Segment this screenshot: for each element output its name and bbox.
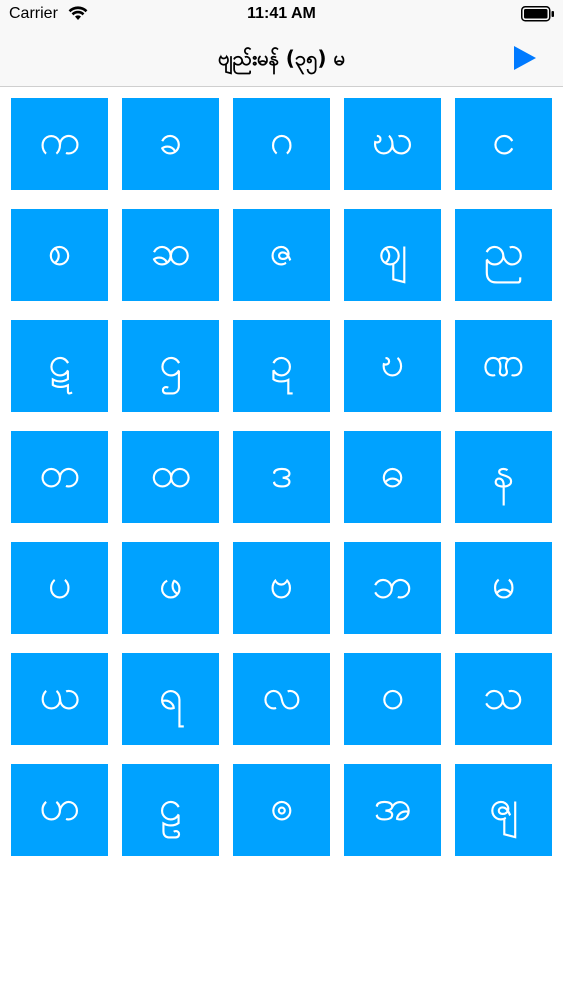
letter-tile[interactable]: ထ <box>122 431 219 523</box>
letter-tile[interactable]: ယ <box>11 653 108 745</box>
status-time: 11:41 AM <box>247 5 316 22</box>
letter-tile[interactable]: လ <box>233 653 330 745</box>
letter-tile[interactable]: န <box>455 431 552 523</box>
play-button[interactable] <box>510 44 538 72</box>
play-icon <box>514 46 536 70</box>
letter-tile[interactable]: ဆ <box>122 209 219 301</box>
letter-tile[interactable]: ဃ <box>344 98 441 190</box>
letter-tile[interactable]: တ <box>11 431 108 523</box>
letter-tile[interactable]: ဏ <box>455 320 552 412</box>
letter-tile[interactable]: ဋ <box>11 320 108 412</box>
letter-tile[interactable]: ဂ <box>233 98 330 190</box>
navigation-bar: ဗျည်းမန် (၃၅) မ <box>0 30 563 87</box>
letter-tile[interactable]: ဘ <box>344 542 441 634</box>
letter-tile[interactable]: အ <box>344 764 441 856</box>
letter-tile[interactable]: ဠ <box>122 764 219 856</box>
letter-tile[interactable]: ပ <box>11 542 108 634</box>
letter-tile[interactable]: ဖ <box>122 542 219 634</box>
letter-tile[interactable]: က <box>11 98 108 190</box>
letter-tile[interactable]: င <box>455 98 552 190</box>
letter-tile[interactable]: ဍ <box>233 320 330 412</box>
letter-tile[interactable]: ဝ <box>344 653 441 745</box>
letter-tile[interactable]: ရ <box>122 653 219 745</box>
letter-tile[interactable]: သ <box>455 653 552 745</box>
letter-tile[interactable]: ဇ <box>233 209 330 301</box>
letter-tile[interactable]: ဎ <box>344 320 441 412</box>
letter-tile[interactable]: ဈ <box>344 209 441 301</box>
letter-tile[interactable]: ၜ <box>233 764 330 856</box>
letter-tile[interactable]: ဒ <box>233 431 330 523</box>
letter-tile[interactable]: ခ <box>122 98 219 190</box>
letter-tile[interactable]: ဓ <box>344 431 441 523</box>
letter-tile[interactable]: စ <box>11 209 108 301</box>
letter-tile[interactable]: မ <box>455 542 552 634</box>
page-title: ဗျည်းမန် (၃၅) မ <box>218 46 345 70</box>
letter-tile[interactable]: ည <box>455 209 552 301</box>
status-bar: Carrier 11:41 AM <box>0 0 563 30</box>
letter-tile[interactable]: ဌ <box>122 320 219 412</box>
letter-tile[interactable]: ဟ <box>11 764 108 856</box>
consonant-grid: ကခဂဃငစဆဇဈညဋဌဍဎဏတထဒဓနပဖဗဘမယရလဝသဟဠၜအၛ <box>11 98 553 856</box>
battery-icon <box>521 6 555 27</box>
letter-tile[interactable]: ၛ <box>455 764 552 856</box>
letter-tile[interactable]: ဗ <box>233 542 330 634</box>
